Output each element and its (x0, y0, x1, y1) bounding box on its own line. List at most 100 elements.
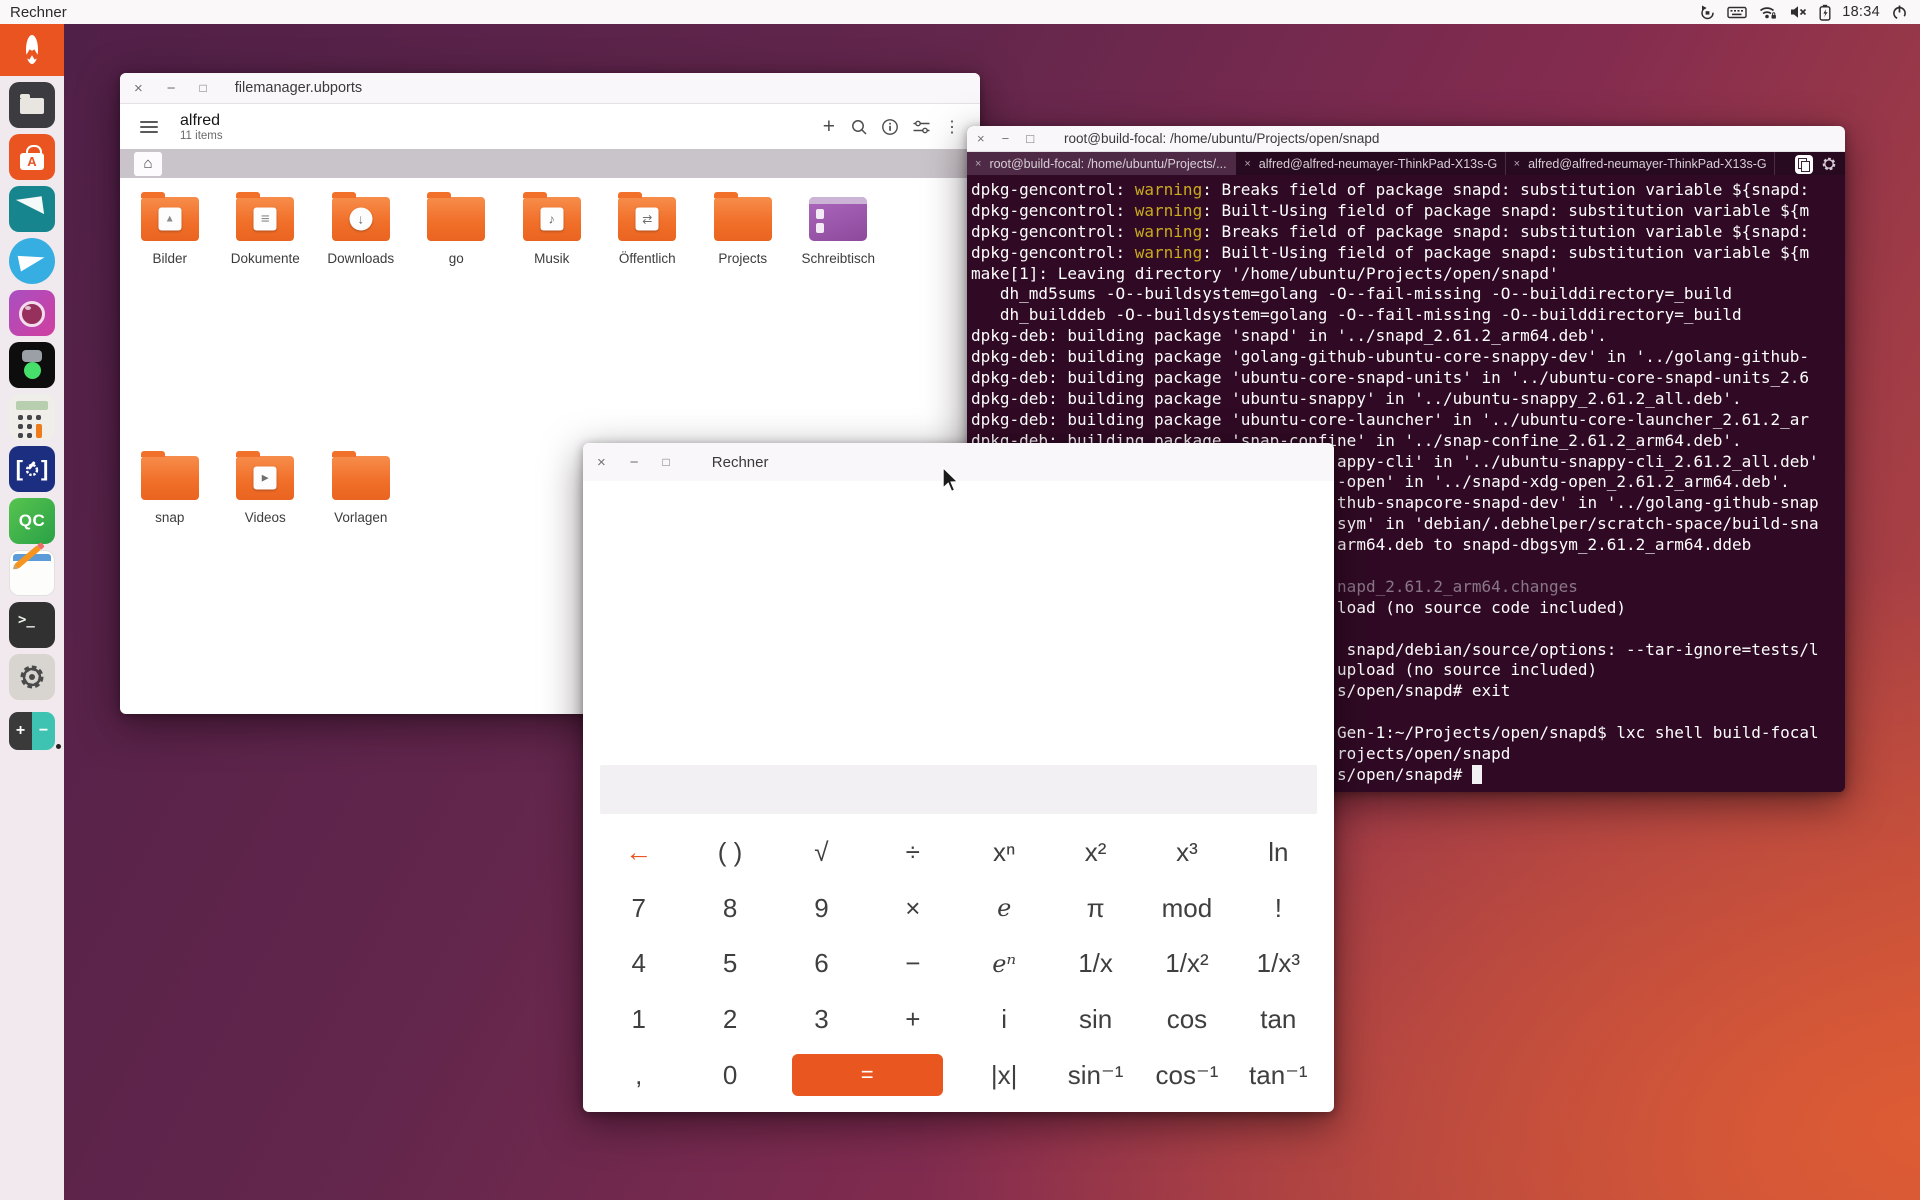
calc-key[interactable]: × (867, 881, 958, 937)
wifi-secure-icon[interactable] (1758, 4, 1778, 20)
minimize-icon[interactable]: − (630, 455, 639, 470)
folder-item[interactable]: Downloads (313, 197, 409, 310)
info-icon[interactable] (881, 118, 899, 136)
calc-key[interactable]: x³ (1141, 825, 1232, 881)
dock-item-dev-tools[interactable]: [ ] (9, 446, 55, 492)
clock[interactable]: 18:34 (1842, 4, 1880, 20)
dock-item-system-settings[interactable] (9, 654, 55, 700)
calc-key[interactable]: cos (1141, 992, 1232, 1048)
calc-key[interactable]: mod (1141, 881, 1232, 937)
minimize-icon[interactable]: − (167, 81, 176, 96)
dock-item-calculator[interactable] (9, 394, 55, 440)
folder-item[interactable]: Videos (218, 456, 314, 569)
terminal-titlebar[interactable]: × − □ root@build-focal: /home/ubuntu/Pro… (967, 126, 1845, 152)
calc-key[interactable]: 1/x (1050, 936, 1141, 992)
add-button[interactable]: + (823, 115, 835, 139)
folder-item[interactable]: Schreibtisch (791, 197, 887, 310)
terminal-tab[interactable]: × alfred@alfred-neumayer-ThinkPad-X13s-G… (1506, 152, 1775, 176)
home-breadcrumb-icon[interactable]: ⌂ (134, 152, 162, 176)
battery-charging-icon[interactable] (1819, 4, 1831, 21)
calc-key[interactable]: = (792, 1054, 943, 1096)
dock-item-camera[interactable] (9, 290, 55, 336)
volume-muted-icon[interactable] (1789, 4, 1808, 20)
calc-key[interactable]: x² (1050, 825, 1141, 881)
dock-item-recorder[interactable] (9, 342, 55, 388)
calc-key[interactable]: cos⁻¹ (1141, 1047, 1232, 1103)
tab-close-icon[interactable]: × (975, 158, 981, 170)
folder-item[interactable]: go (409, 197, 505, 310)
indicator-area[interactable]: 18:34 (1699, 4, 1908, 21)
calc-key[interactable]: ← (593, 825, 684, 881)
ubports-launcher-item[interactable] (0, 24, 64, 76)
calc-key[interactable]: ÷ (867, 825, 958, 881)
calc-key[interactable]: 1 (593, 992, 684, 1048)
calc-key[interactable]: tan (1233, 992, 1324, 1048)
folder-item[interactable]: Bilder (122, 197, 218, 310)
folder-item[interactable]: Öffentlich (600, 197, 696, 310)
calc-key[interactable]: e (959, 881, 1050, 937)
menu-icon[interactable] (140, 118, 158, 136)
power-icon[interactable] (1891, 4, 1908, 21)
dock-item-notes[interactable] (9, 550, 55, 596)
calc-key[interactable]: 6 (776, 936, 867, 992)
folder-item[interactable]: snap (122, 456, 218, 569)
calc-key[interactable]: ! (1233, 881, 1324, 937)
terminal-tab[interactable]: × root@build-focal: /home/ubuntu/Project… (967, 152, 1236, 176)
calc-key[interactable]: √ (776, 825, 867, 881)
calc-key[interactable]: 7 (593, 881, 684, 937)
calc-key[interactable]: |x| (959, 1047, 1050, 1103)
rotation-lock-icon[interactable] (1699, 4, 1716, 21)
calc-key[interactable]: xⁿ (959, 825, 1050, 881)
calc-key[interactable]: 1/x³ (1233, 936, 1324, 992)
calc-key[interactable]: 5 (684, 936, 775, 992)
calc-key[interactable]: 3 (776, 992, 867, 1048)
dock-item-qc[interactable]: QC (9, 498, 55, 544)
copy-icon[interactable] (1795, 155, 1813, 174)
minimize-icon[interactable]: − (1002, 132, 1010, 145)
calc-key[interactable]: 2 (684, 992, 775, 1048)
close-icon[interactable]: × (134, 81, 143, 96)
folder-item[interactable]: Dokumente (218, 197, 314, 310)
tab-close-icon[interactable]: × (1514, 158, 1520, 170)
calc-key[interactable]: + (867, 992, 958, 1048)
maximize-icon[interactable]: □ (663, 456, 670, 468)
calc-key[interactable]: 0 (684, 1047, 775, 1103)
calc-key[interactable]: π (1050, 881, 1141, 937)
calc-key[interactable]: 8 (684, 881, 775, 937)
calc-key[interactable]: sin (1050, 992, 1141, 1048)
overflow-menu-icon[interactable]: ⋮ (944, 117, 960, 137)
dock-item-openstore[interactable]: A (9, 134, 55, 180)
folder-item[interactable]: Projects (695, 197, 791, 310)
terminal-settings-gear-icon[interactable] (1821, 156, 1837, 172)
calc-key[interactable]: 1/x² (1141, 936, 1232, 992)
search-icon[interactable] (850, 118, 868, 136)
calc-key[interactable]: ln (1233, 825, 1324, 881)
calc-key[interactable]: sin⁻¹ (1050, 1047, 1141, 1103)
folder-item[interactable]: Musik (504, 197, 600, 310)
dock-item-file-manager[interactable] (9, 82, 55, 128)
calc-key[interactable]: i (959, 992, 1050, 1048)
calc-key[interactable]: ( ) (684, 825, 775, 881)
maximize-icon[interactable]: □ (1026, 132, 1034, 145)
dock-item-terminal[interactable]: >_ (9, 602, 55, 648)
dock-item-telegram[interactable] (9, 238, 55, 284)
calc-key[interactable]: 4 (593, 936, 684, 992)
dock-item-dekko-mail[interactable] (9, 186, 55, 232)
close-icon[interactable]: × (977, 132, 985, 145)
tab-close-icon[interactable]: × (1244, 158, 1250, 170)
folder-item[interactable]: Vorlagen (313, 456, 409, 569)
calc-key[interactable]: 9 (776, 881, 867, 937)
calc-key[interactable]: eⁿ (959, 936, 1050, 992)
close-icon[interactable]: × (597, 455, 606, 470)
filemanager-titlebar[interactable]: × − □ filemanager.ubports (120, 73, 980, 104)
calc-key[interactable]: , (593, 1047, 684, 1103)
dock-item-calc-tile[interactable]: + − (9, 712, 55, 750)
calc-input[interactable] (600, 765, 1317, 814)
maximize-icon[interactable]: □ (200, 82, 207, 94)
keyboard-icon[interactable] (1727, 5, 1747, 20)
calc-key[interactable]: − (867, 936, 958, 992)
folder-icon (236, 197, 294, 241)
calc-key[interactable]: tan⁻¹ (1233, 1047, 1324, 1103)
view-options-icon[interactable] (912, 118, 931, 136)
terminal-tab[interactable]: × alfred@alfred-neumayer-ThinkPad-X13s-G… (1236, 152, 1505, 176)
